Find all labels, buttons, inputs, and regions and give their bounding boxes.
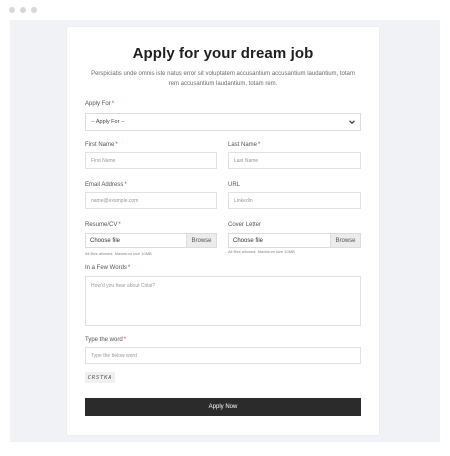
resume-file-input[interactable]: Choose file Browse <box>85 233 217 248</box>
captcha-label: Type the word* <box>85 337 127 343</box>
required-mark: * <box>123 337 127 343</box>
required-mark: * <box>258 142 261 148</box>
resume-browse-button[interactable]: Browse <box>186 234 216 247</box>
window-controls <box>9 7 37 13</box>
resume-file-hint: All files allowed. Maximum size 10MB <box>85 251 152 256</box>
cover-letter-file-input[interactable]: Choose file Browse <box>228 233 361 248</box>
email-field[interactable]: name@example.com <box>85 192 217 209</box>
words-label: In a Few Words* <box>85 265 131 271</box>
last-name-label: Last Name* <box>228 142 261 148</box>
cover-letter-file-hint: All files allowed. Maximum size 10MB <box>228 249 295 254</box>
apply-for-label: Apply For* <box>85 101 115 107</box>
email-label: Email Address* <box>85 182 127 188</box>
page-subtitle: Perspiciatis unde omnis iste natus error… <box>91 71 355 87</box>
required-mark: * <box>118 222 121 228</box>
captcha-field[interactable]: Type the below word <box>85 347 361 364</box>
url-field[interactable]: Linkedin <box>228 192 361 209</box>
url-label: URL <box>228 182 241 188</box>
cover-letter-file-name: Choose file <box>233 237 264 244</box>
cover-letter-label: Cover Letter <box>228 222 262 228</box>
apply-now-button[interactable]: Apply Now <box>85 398 361 416</box>
application-form: Apply for your dream job Perspiciatis un… <box>67 27 379 435</box>
required-mark: * <box>127 265 131 271</box>
window-dot-maximize[interactable] <box>31 7 37 13</box>
required-mark: * <box>124 182 127 188</box>
chevron-down-icon <box>349 120 355 125</box>
first-name-label: First Name* <box>85 142 118 148</box>
resume-file-name: Choose file <box>90 237 121 244</box>
captcha-image: CRSTKA <box>85 372 115 383</box>
browser-window: Apply for your dream job Perspiciatis un… <box>0 0 450 456</box>
apply-for-selected-value: -- Apply For -- <box>91 119 125 125</box>
resume-label: Resume/CV* <box>85 222 121 228</box>
window-dot-minimize[interactable] <box>20 7 26 13</box>
words-textarea[interactable]: How'd you hear about Cirlai? <box>85 276 361 326</box>
window-dot-close[interactable] <box>9 7 15 13</box>
apply-for-select[interactable]: -- Apply For -- <box>85 113 361 131</box>
page-title: Apply for your dream job <box>132 45 314 62</box>
required-mark: * <box>115 142 118 148</box>
first-name-field[interactable]: First Name <box>85 152 217 169</box>
cover-letter-browse-button[interactable]: Browse <box>330 234 360 247</box>
last-name-field[interactable]: Last Name <box>228 152 361 169</box>
required-mark: * <box>111 101 115 107</box>
